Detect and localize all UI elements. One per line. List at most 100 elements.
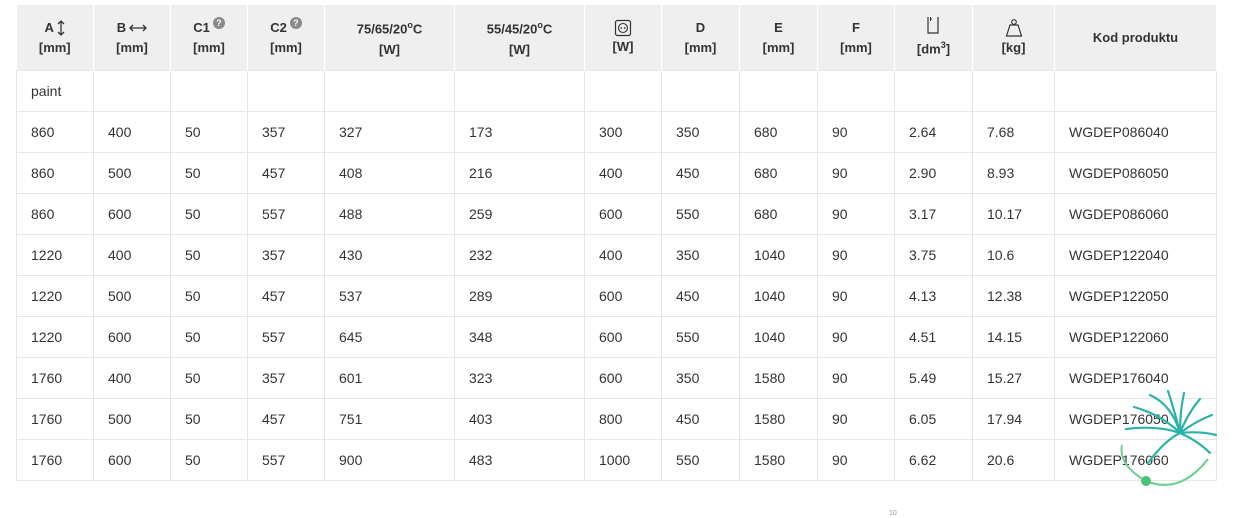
- table-cell: 1580: [739, 357, 818, 399]
- col-header-e[interactable]: E [mm]: [739, 5, 818, 71]
- table-row[interactable]: 860 400 50 357 327 173 300 350 680 90 2.64 7.68 WGDE…: [16, 111, 1217, 153]
- table-header: A [mm] B [mm] C1 ? [mm] C2 ? [mm] 75/65/…: [16, 5, 1217, 71]
- table-cell: 800: [584, 398, 662, 440]
- empty-cell: [817, 70, 895, 112]
- table-cell: 173: [454, 111, 585, 153]
- table-cell: 1760: [16, 439, 94, 481]
- product-spec-table: A [mm] B [mm] C1 ? [mm] C2 ? [mm] 75/65/…: [16, 5, 1217, 481]
- table-cell: 1760: [16, 398, 94, 440]
- table-cell: 751: [324, 398, 455, 440]
- empty-cell: [454, 70, 585, 112]
- table-cell: 350: [661, 234, 740, 276]
- table-row[interactable]: 1760 500 50 457 751 403 800 450 1580 90 6.05 17.94 W…: [16, 398, 1217, 440]
- table-cell: 408: [324, 152, 455, 194]
- table-row[interactable]: 860 600 50 557 488 259 600 550 680 90 3.17 10.17 WGD…: [16, 193, 1217, 235]
- table-cell: 557: [247, 316, 325, 358]
- col-b-label: B: [116, 19, 127, 35]
- table-cell: 450: [661, 152, 740, 194]
- col-header-electric-power[interactable]: [W]: [584, 5, 662, 71]
- help-icon[interactable]: ?: [212, 16, 225, 29]
- table-cell: 90: [817, 316, 895, 358]
- table-cell: 327: [324, 111, 455, 153]
- table-cell: 403: [454, 398, 585, 440]
- table-cell: 680: [739, 111, 818, 153]
- col-header-weight[interactable]: [kg]: [972, 5, 1055, 71]
- table-cell: 12.38: [972, 275, 1055, 317]
- product-code-cell: WGDEP086040: [1054, 111, 1217, 153]
- table-cell: 400: [93, 357, 171, 399]
- table-cell: 3.17: [894, 193, 973, 235]
- table-cell: 1760: [16, 357, 94, 399]
- col-header-power-55[interactable]: 55/45/20oC [W]: [454, 5, 585, 71]
- table-cell: 289: [454, 275, 585, 317]
- table-cell: 550: [661, 193, 740, 235]
- table-cell: 600: [93, 193, 171, 235]
- table-cell: 4.13: [894, 275, 973, 317]
- table-cell: 860: [16, 152, 94, 194]
- col-header-volume[interactable]: [dm3]: [894, 5, 973, 71]
- table-cell: 17.94: [972, 398, 1055, 440]
- table-row[interactable]: 1760 400 50 357 601 323 600 350 1580 90 5.49 15.27 W…: [16, 357, 1217, 399]
- table-cell: 357: [247, 234, 325, 276]
- product-code-cell: WGDEP122040: [1054, 234, 1217, 276]
- table-cell: 1040: [739, 275, 818, 317]
- weight-icon: [1005, 18, 1023, 38]
- table-cell: 1040: [739, 316, 818, 358]
- col-header-power-75[interactable]: 75/65/20oC [W]: [324, 5, 455, 71]
- table-cell: 90: [817, 193, 895, 235]
- table-cell: 400: [584, 152, 662, 194]
- col-c2-label: C2: [270, 19, 287, 35]
- table-cell: 1220: [16, 275, 94, 317]
- col-75-label: 75/65/20oC: [356, 20, 423, 37]
- table-cell: 50: [170, 439, 248, 481]
- help-icon[interactable]: ?: [289, 16, 302, 29]
- table-cell: 600: [93, 439, 171, 481]
- table-cell: 500: [93, 275, 171, 317]
- table-cell: 8.93: [972, 152, 1055, 194]
- col-header-c1[interactable]: C1 ? [mm]: [170, 5, 248, 71]
- table-cell: 400: [93, 111, 171, 153]
- col-header-f[interactable]: F [mm]: [817, 5, 895, 71]
- col-header-c2[interactable]: C2 ? [mm]: [247, 5, 325, 71]
- product-code-cell: WGDEP086050: [1054, 152, 1217, 194]
- table-cell: 10.17: [972, 193, 1055, 235]
- table-cell: 680: [739, 152, 818, 194]
- table-cell: 1220: [16, 316, 94, 358]
- table-cell: 350: [661, 111, 740, 153]
- table-cell: 400: [584, 234, 662, 276]
- table-body: paint 860 400 50 357 327 173 300 350 680 90 2.64 7.…: [16, 70, 1217, 481]
- col-header-d[interactable]: D [mm]: [661, 5, 740, 71]
- col-header-a[interactable]: A [mm]: [16, 5, 94, 71]
- table-cell: 450: [661, 275, 740, 317]
- table-cell: 680: [739, 193, 818, 235]
- table-cell: 457: [247, 275, 325, 317]
- table-cell: 2.64: [894, 111, 973, 153]
- table-cell: 488: [324, 193, 455, 235]
- col-header-product-code[interactable]: Kod produktu: [1054, 5, 1217, 71]
- table-cell: 50: [170, 357, 248, 399]
- table-cell: 600: [584, 316, 662, 358]
- table-cell: 6.62: [894, 439, 973, 481]
- col-header-b[interactable]: B [mm]: [93, 5, 171, 71]
- col-e-unit: [mm]: [762, 39, 795, 55]
- table-cell: 15.27: [972, 357, 1055, 399]
- table-row[interactable]: 1220 600 50 557 645 348 600 550 1040 90 4.51 14.15 W…: [16, 316, 1217, 358]
- table-cell: 600: [584, 193, 662, 235]
- table-cell: 500: [93, 152, 171, 194]
- table-cell: 483: [454, 439, 585, 481]
- empty-cell: [170, 70, 248, 112]
- table-row[interactable]: 1220 400 50 357 430 232 400 350 1040 90 3.75 10.6 WG…: [16, 234, 1217, 276]
- col-electric-unit: [W]: [612, 38, 634, 54]
- table-cell: 357: [247, 357, 325, 399]
- col-c1-label: C1: [193, 19, 210, 35]
- col-d-label: D: [695, 19, 706, 35]
- table-cell: 323: [454, 357, 585, 399]
- product-table-wrapper: A [mm] B [mm] C1 ? [mm] C2 ? [mm] 75/65/…: [16, 5, 1217, 481]
- table-row[interactable]: 1220 500 50 457 537 289 600 450 1040 90 4.13 12.38 W…: [16, 275, 1217, 317]
- empty-cell: [247, 70, 325, 112]
- footnote-marker: 10: [889, 510, 897, 517]
- table-row[interactable]: 860 500 50 457 408 216 400 450 680 90 2.90 8.93 WGDE…: [16, 152, 1217, 194]
- table-row[interactable]: 1760 600 50 557 900 483 1000 550 1580 90 6.62 20.6 W…: [16, 439, 1217, 481]
- col-a-unit: [mm]: [38, 39, 71, 55]
- col-volume-unit: [dm3]: [916, 40, 951, 57]
